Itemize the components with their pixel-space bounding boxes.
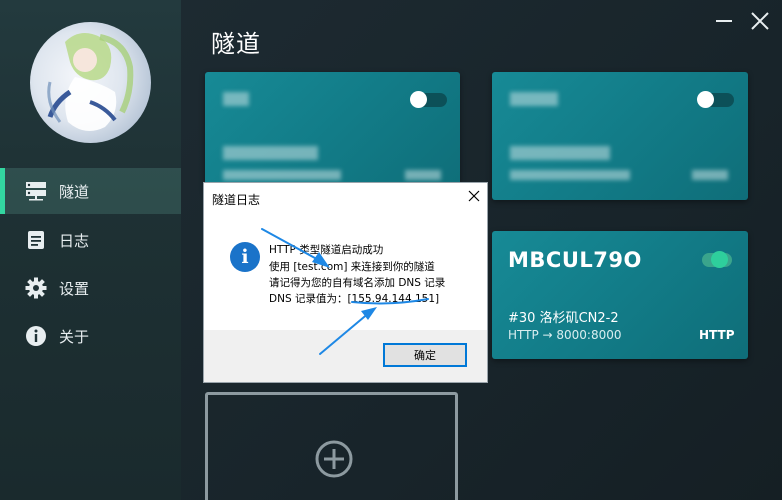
sidebar-item-label: 日志 [59,231,90,250]
gear-icon [25,277,47,299]
tunnel-log-dialog: 隧道日志 i HTTP 类型隧道启动成功 使用 [test.com] 来连接到你… [203,182,488,383]
tunnel-route: HTTP → 8000:8000 [508,328,622,342]
sidebar-item-label: 关于 [59,327,90,346]
avatar [30,22,151,143]
sidebar-item-about[interactable]: 关于 [0,313,181,359]
dialog-message-line: HTTP 类型隧道启动成功 [269,244,384,256]
blurred-protocol [405,170,441,180]
plus-circle-icon [315,440,353,478]
ok-button[interactable]: 确定 [383,343,467,367]
sidebar: 隧道 日志 设置 关于 [0,0,181,500]
sidebar-item-logs[interactable]: 日志 [0,217,181,263]
blurred-node [223,146,318,160]
blurred-node [510,146,610,160]
dialog-title: 隧道日志 [212,193,261,207]
minimize-button[interactable] [713,10,735,32]
blurred-name [223,92,249,106]
page-title: 隧道 [211,30,261,58]
dialog-footer: 确定 [204,330,487,382]
sidebar-item-settings[interactable]: 设置 [0,265,181,311]
tunnel-card[interactable]: MBCUL79O #30 洛杉矶CN2-2 HTTP → 8000:8000 H… [492,231,748,359]
close-window-button[interactable] [749,10,771,32]
minimize-icon [716,20,732,22]
info-icon: i [230,242,260,272]
server-icon [25,180,47,202]
blurred-name [510,92,558,106]
tunnel-protocol: HTTP [699,328,735,342]
tunnel-node: #30 洛杉矶CN2-2 [508,311,619,326]
blurred-route [510,170,630,180]
blurred-protocol [692,170,728,180]
dialog-message-line: 使用 [test.com] 来连接到你的隧道 [269,261,435,273]
info-icon [25,325,47,347]
tunnel-card[interactable] [205,72,460,192]
tunnel-name: MBCUL79O [508,248,642,272]
log-icon [25,229,47,251]
sidebar-item-label: 设置 [59,279,90,298]
sidebar-item-tunnels[interactable]: 隧道 [0,168,181,214]
close-icon [751,12,769,30]
sidebar-item-label: 隧道 [59,182,90,201]
tunnel-card[interactable] [492,72,748,200]
dialog-message-line: 请记得为您的自有域名添加 DNS 记录 [269,277,446,289]
blurred-route [223,170,341,180]
dialog-message-line: DNS 记录值为：[155.94.144.151] [269,293,440,305]
add-tunnel-button[interactable] [205,392,458,500]
close-icon[interactable] [467,189,481,203]
